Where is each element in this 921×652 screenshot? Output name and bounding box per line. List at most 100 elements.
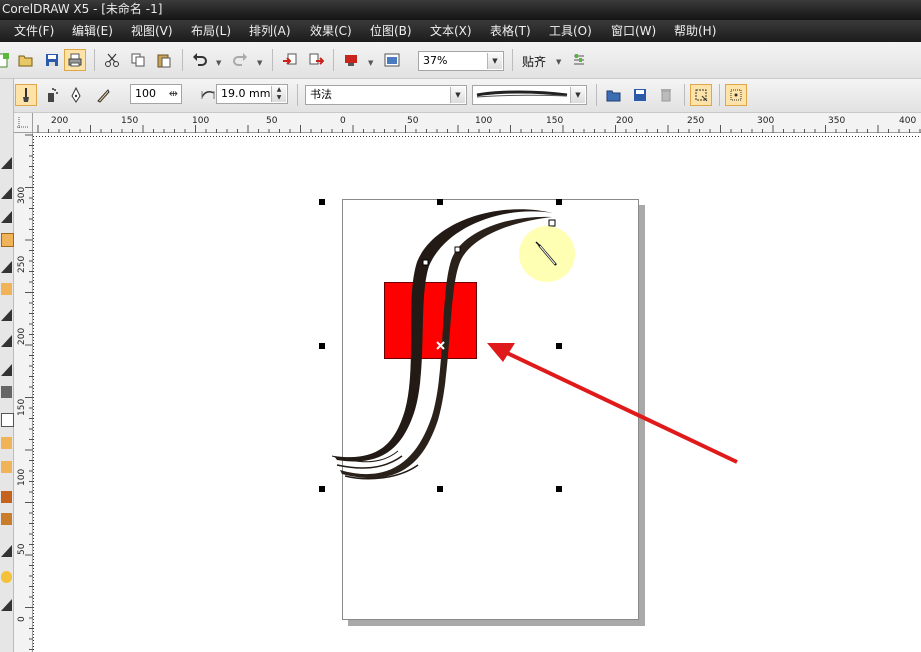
basic-shapes-tool-icon[interactable] [1, 413, 14, 427]
snap-to-button[interactable]: 贴齐 [522, 53, 546, 70]
vruler-label: 50 [17, 543, 27, 555]
hruler-label: 150 [546, 116, 564, 126]
width-spinner-icon[interactable]: ▲ ▼ [271, 86, 286, 102]
smoothing-field[interactable]: 100 ⇹ [130, 84, 182, 104]
export-icon[interactable] [305, 49, 327, 71]
stroke-category-value: 书法 [310, 88, 332, 101]
calligraphic-mode-icon[interactable] [65, 84, 87, 106]
vruler-label: 100 [17, 468, 27, 486]
dimension-tool-icon[interactable] [1, 491, 12, 503]
horizontal-ruler[interactable]: 200 150 100 50 0 50 100 150 200 250 300 … [33, 113, 921, 133]
zoom-dropdown-icon[interactable]: ▼ [487, 53, 502, 69]
vruler-label: 200 [17, 327, 27, 345]
copy-icon[interactable] [127, 49, 149, 71]
red-rectangle[interactable] [384, 282, 477, 359]
selection-handle-bottom[interactable] [437, 486, 443, 492]
selection-handle-top-right[interactable] [556, 199, 562, 205]
open-icon[interactable] [15, 49, 37, 71]
zoom-tool-icon[interactable] [1, 233, 14, 247]
polygon-tool-icon[interactable] [1, 386, 12, 398]
menu-window[interactable]: 窗口(W) [611, 20, 656, 42]
menu-file[interactable]: 文件(F) [14, 20, 54, 42]
print-icon[interactable] [64, 49, 86, 71]
menu-edit[interactable]: 编辑(E) [72, 20, 113, 42]
scale-with-object-icon[interactable] [690, 84, 712, 106]
ruler-origin[interactable] [14, 113, 33, 133]
vertical-ruler[interactable]: 300 250 200 150 100 50 0 [14, 133, 33, 652]
toolbar-separator [596, 84, 597, 106]
slider-icon[interactable]: ⇹ [169, 85, 178, 103]
selection-handle-right[interactable] [556, 343, 562, 349]
menu-table[interactable]: 表格(T) [490, 20, 531, 42]
toolbox [0, 79, 14, 652]
shape-tool-icon[interactable] [1, 187, 12, 199]
artistic-media-tool-icon[interactable] [1, 283, 12, 295]
menu-layout[interactable]: 布局(L) [191, 20, 231, 42]
freehand-tool-icon[interactable] [1, 261, 12, 273]
smoothing-value: 100 [135, 87, 156, 100]
menu-help[interactable]: 帮助(H) [674, 20, 716, 42]
hruler-label: 350 [828, 116, 846, 126]
toolbar-separator [182, 49, 183, 71]
vruler-label: 300 [17, 186, 27, 204]
hruler-label: 50 [407, 116, 419, 126]
menu-view[interactable]: 视图(V) [131, 20, 173, 42]
brush-mode-icon[interactable] [15, 84, 37, 106]
table-tool-icon[interactable] [1, 461, 12, 473]
brush-dropdown-icon[interactable]: ▼ [570, 87, 585, 103]
eyedropper-tool-icon[interactable] [1, 571, 12, 583]
category-dropdown-icon[interactable]: ▼ [450, 87, 465, 103]
welcome-screen-icon[interactable] [381, 49, 403, 71]
menu-bitmaps[interactable]: 位图(B) [370, 20, 412, 42]
hruler-label: 100 [475, 116, 493, 126]
selection-handle-left[interactable] [319, 343, 325, 349]
menu-arrange[interactable]: 排列(A) [249, 20, 291, 42]
selection-handle-top-left[interactable] [319, 199, 325, 205]
brush-stroke-select[interactable]: ▼ [472, 85, 587, 105]
smart-fill-tool-icon[interactable] [1, 309, 12, 321]
connector-tool-icon[interactable] [1, 513, 12, 525]
blend-tool-icon[interactable] [1, 545, 12, 557]
text-tool-icon[interactable] [1, 437, 12, 449]
import-icon[interactable] [279, 49, 301, 71]
crop-tool-icon[interactable] [1, 211, 12, 223]
selection-handle-bottom-left[interactable] [319, 486, 325, 492]
undo-dropdown-icon[interactable]: ▼ [216, 59, 221, 67]
menu-text[interactable]: 文本(X) [430, 20, 472, 42]
selection-handle-bottom-right[interactable] [556, 486, 562, 492]
save-icon[interactable] [41, 49, 63, 71]
stroke-width-field[interactable]: 19.0 mm ▲ ▼ [216, 84, 288, 104]
stroke-category-select[interactable]: 书法 ▼ [305, 85, 467, 105]
page[interactable] [342, 199, 639, 620]
vruler-label: 150 [17, 398, 27, 416]
bounding-box-icon[interactable] [725, 84, 747, 106]
vruler-label: 0 [17, 616, 27, 622]
menu-tools[interactable]: 工具(O) [549, 20, 592, 42]
redo-dropdown-icon[interactable]: ▼ [257, 59, 262, 67]
browse-icon[interactable] [603, 84, 625, 106]
zoom-level-field[interactable]: 37% ▼ [418, 51, 504, 71]
menu-effects[interactable]: 效果(C) [310, 20, 352, 42]
application-launcher-icon[interactable] [340, 49, 362, 71]
toolbar-separator [719, 84, 720, 106]
pick-tool-icon[interactable] [1, 157, 12, 169]
stroke-width-value: 19.0 mm [221, 87, 271, 100]
ellipse-tool-icon[interactable] [1, 364, 12, 376]
new-icon[interactable] [0, 49, 14, 71]
paste-icon[interactable] [153, 49, 175, 71]
save-stroke-icon[interactable] [629, 84, 651, 106]
hruler-label: 400 [899, 116, 917, 126]
snap-dropdown-icon[interactable]: ▼ [556, 58, 561, 66]
undo-icon[interactable] [189, 49, 211, 71]
delete-stroke-icon[interactable] [655, 84, 677, 106]
vruler-label: 250 [17, 255, 27, 273]
redo-icon[interactable] [229, 49, 251, 71]
launcher-dropdown-icon[interactable]: ▼ [368, 59, 373, 67]
options-icon[interactable] [568, 49, 590, 71]
selection-handle-top[interactable] [437, 199, 443, 205]
rectangle-tool-icon[interactable] [1, 335, 12, 347]
cut-icon[interactable] [101, 49, 123, 71]
pressure-mode-icon[interactable] [92, 84, 114, 106]
outline-tool-icon[interactable] [1, 599, 12, 611]
sprayer-mode-icon[interactable] [40, 84, 62, 106]
